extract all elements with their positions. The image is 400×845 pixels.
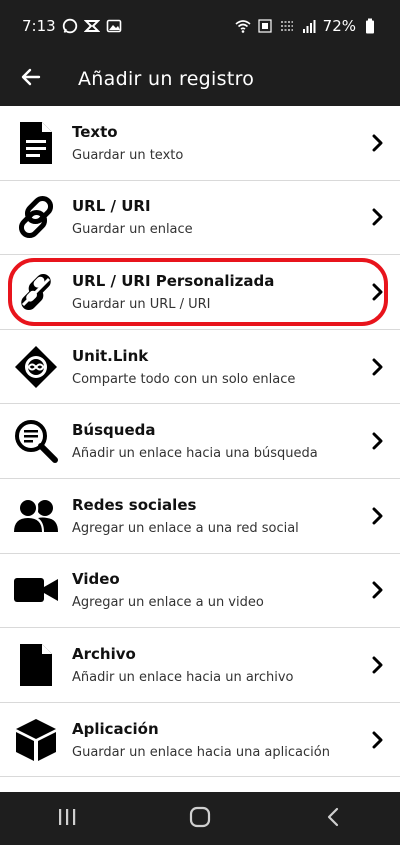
arrow-left-icon (21, 67, 41, 91)
item-subtitle: Comparte todo con un solo enlace (72, 371, 296, 387)
chevron-right-icon (356, 134, 400, 152)
chevron-right-icon (356, 507, 400, 525)
item-title: URL / URI (72, 197, 151, 216)
item-title: Búsqueda (72, 421, 156, 440)
item-title: URL / URI Personalizada (72, 271, 275, 290)
app-bar: Añadir un registro (0, 52, 400, 106)
cell-signal-icon (301, 18, 317, 34)
chevron-right-icon (356, 581, 400, 599)
item-subtitle: Agregar un enlace a una red social (72, 520, 299, 536)
item-subtitle: Añadir un enlace hacia una búsqueda (72, 446, 318, 462)
wifi-icon (235, 18, 251, 34)
whatsapp-icon (62, 18, 78, 34)
home-button[interactable] (160, 792, 240, 845)
volte-icon (257, 18, 273, 34)
chevron-right-icon (356, 358, 400, 376)
status-time: 7:13 (22, 17, 56, 35)
list-item-url-uri[interactable]: URL / URI Guardar un enlace (0, 181, 400, 256)
home-icon (189, 806, 211, 832)
item-title: Archivo (72, 644, 136, 663)
item-title: Texto (72, 122, 118, 141)
link-icon (0, 180, 72, 254)
cube-icon (0, 703, 72, 777)
list-item-unit-link[interactable]: Unit.Link Comparte todo con un solo enla… (0, 330, 400, 405)
capcut-icon (83, 18, 100, 34)
document-icon (0, 106, 72, 180)
unitlink-logo-icon (0, 330, 72, 404)
chevron-right-icon (356, 283, 400, 301)
chevron-right-icon (356, 432, 400, 450)
back-button[interactable] (0, 52, 62, 106)
chevron-right-icon (356, 656, 400, 674)
item-subtitle: Guardar un enlace hacia una aplicación (72, 744, 330, 760)
item-subtitle: Guardar un URL / URI (72, 296, 211, 312)
file-icon (0, 628, 72, 702)
item-subtitle: Guardar un texto (72, 147, 184, 163)
recent-apps-icon (57, 808, 77, 830)
list-item-busqueda[interactable]: Búsqueda Añadir un enlace hacia una búsq… (0, 404, 400, 479)
page-title: Añadir un registro (78, 68, 255, 90)
search-icon (0, 404, 72, 478)
battery-icon (362, 18, 378, 34)
people-icon (0, 479, 72, 553)
list-item-texto[interactable]: Texto Guardar un texto (0, 106, 400, 181)
chevron-left-icon (326, 807, 340, 831)
chevron-right-icon (356, 731, 400, 749)
system-back-button[interactable] (293, 792, 373, 845)
system-navigation-bar (0, 792, 400, 845)
record-type-list: Texto Guardar un texto URL / URI Guardar… (0, 106, 400, 778)
recent-apps-button[interactable] (27, 792, 107, 845)
data-signal-icon (279, 18, 295, 34)
list-item-redes-sociales[interactable]: Redes sociales Agregar un enlace a una r… (0, 479, 400, 554)
item-subtitle: Guardar un enlace (72, 222, 193, 238)
video-camera-icon (0, 553, 72, 627)
status-bar: 7:13 72% (0, 0, 400, 52)
list-item-url-uri-personalizada[interactable]: URL / URI Personalizada Guardar un URL /… (0, 255, 400, 330)
custom-link-icon (0, 255, 72, 329)
item-title: Redes sociales (72, 495, 197, 514)
list-item-aplicacion[interactable]: Aplicación Guardar un enlace hacia una a… (0, 703, 400, 778)
gallery-icon (106, 18, 122, 34)
item-title: Aplicación (72, 719, 159, 738)
item-title: Unit.Link (72, 346, 149, 365)
list-item-video[interactable]: Video Agregar un enlace a un video (0, 554, 400, 629)
list-item-archivo[interactable]: Archivo Añadir un enlace hacia un archiv… (0, 628, 400, 703)
battery-percent: 72% (322, 17, 356, 35)
item-subtitle: Añadir un enlace hacia un archivo (72, 669, 294, 685)
item-subtitle: Agregar un enlace a un video (72, 595, 264, 611)
chevron-right-icon (356, 208, 400, 226)
item-title: Video (72, 570, 120, 589)
